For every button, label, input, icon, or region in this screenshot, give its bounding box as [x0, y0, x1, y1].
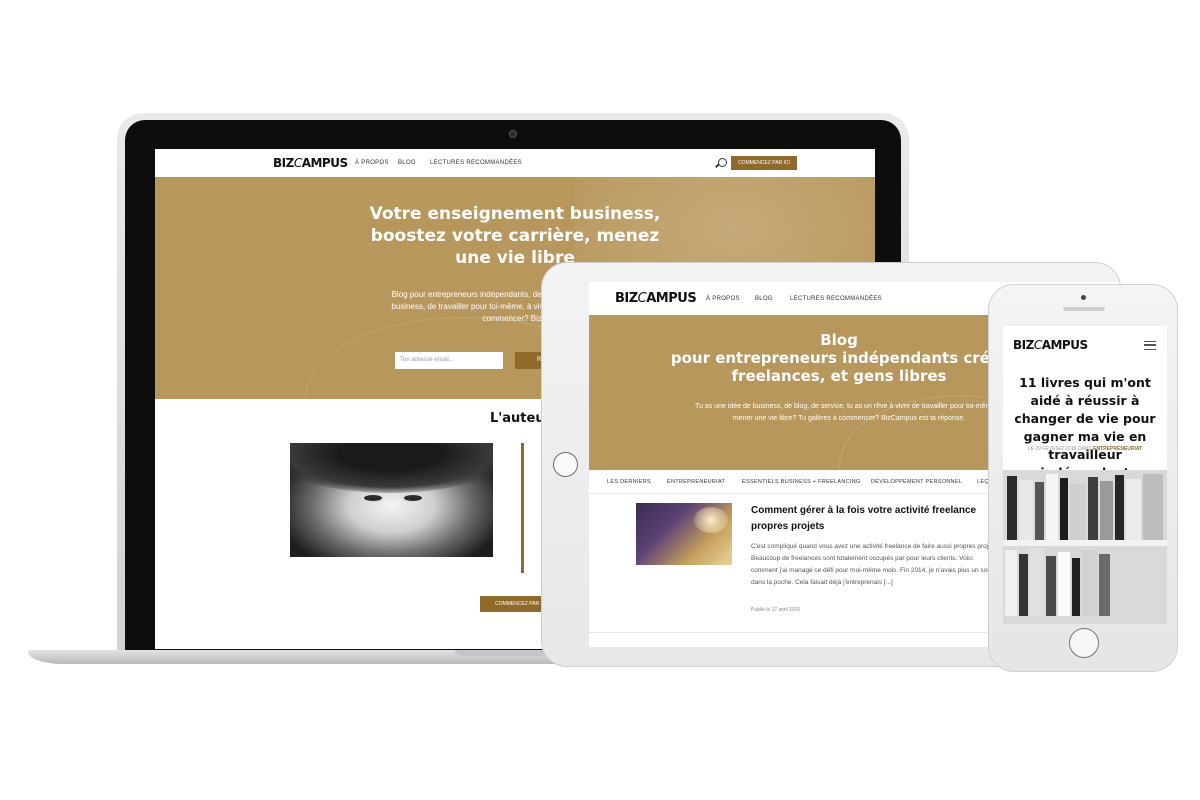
tab-developpement-personnel[interactable]: DÉVELOPPEMENT PERSONNEL	[871, 479, 962, 485]
book-spine	[1007, 476, 1017, 540]
book-spine	[1019, 480, 1033, 540]
tab-les-derniers[interactable]: LES DERNIERS	[607, 479, 651, 485]
phone-camera	[1081, 295, 1086, 300]
bookshelf-image	[1003, 470, 1167, 624]
post-date: Publié le 17 avril 2016	[751, 607, 801, 613]
book-spine	[1035, 482, 1044, 540]
book-spine	[1070, 484, 1086, 540]
book-spine	[1030, 548, 1044, 616]
hero-title: Votre enseignement business, boostez vot…	[369, 204, 661, 268]
author-photo	[290, 443, 493, 557]
laptop-navbar: BIZCAMPUS À PROPOS BLOG LECTURES RECOMMA…	[155, 149, 875, 177]
post-meta: LE 29 FÉVRIER 2016 DANS ENTREPRENEURIAT	[1003, 446, 1167, 452]
tablet-home-button	[553, 452, 578, 477]
hero-title-line: freelances, et gens libres	[731, 367, 947, 385]
book-spine	[1046, 556, 1056, 616]
hero-title-line: Blog	[820, 331, 858, 349]
phone-speaker	[1063, 307, 1105, 311]
nav-link-blog[interactable]: BLOG	[398, 160, 416, 166]
book-spine	[1099, 554, 1110, 616]
nav-link-a-propos[interactable]: À PROPOS	[355, 160, 389, 166]
bizcampus-logo[interactable]: BIZCAMPUS	[615, 291, 697, 306]
nav-link-blog[interactable]: BLOG	[755, 296, 773, 302]
author-photo-hair	[290, 443, 493, 493]
post-excerpt: C'est compliqué quand vous avez une acti…	[751, 543, 999, 586]
search-icon[interactable]	[718, 158, 727, 167]
book-spine	[1082, 550, 1097, 616]
book-spine	[1058, 552, 1070, 616]
book-spine	[1046, 474, 1058, 540]
book-spine	[1115, 475, 1124, 540]
bizcampus-logo[interactable]: BIZCAMPUS	[1013, 338, 1088, 352]
author-accent-bar	[521, 443, 524, 573]
book-spine	[1126, 479, 1141, 540]
thumbnail-light	[694, 507, 728, 533]
nav-link-a-propos[interactable]: À PROPOS	[706, 296, 740, 302]
book-spine	[1088, 477, 1098, 540]
laptop-camera	[509, 130, 517, 138]
commencez-button[interactable]: COMMENCEZ PAR ICI	[731, 156, 797, 170]
author-photo-eye	[362, 493, 384, 503]
nav-link-lectures[interactable]: LECTURES RECOMMANDÉES	[790, 296, 882, 302]
book-spine	[1060, 478, 1068, 540]
book-spine	[1019, 554, 1028, 616]
tab-entrepreneuriat[interactable]: ENTREPRENEURIAT	[667, 479, 725, 485]
hero-title-line: pour entrepreneurs indépendants créat	[670, 349, 1008, 367]
book-spine	[1143, 474, 1163, 540]
book-spine	[1005, 550, 1017, 616]
post-title[interactable]: 11 livres qui m'ont aidé à réussir à cha…	[1007, 374, 1163, 482]
post-title[interactable]: Comment gérer à la fois votre activité f…	[751, 503, 1001, 535]
post-category-link[interactable]: ENTREPRENEURIAT	[1093, 446, 1142, 452]
author-photo-eye	[402, 493, 424, 503]
hero-title: Blog pour entrepreneurs indépendants cré…	[629, 331, 1049, 385]
post-thumbnail[interactable]	[636, 503, 732, 565]
post-date: LE 29 FÉVRIER 2016 DANS	[1027, 446, 1092, 452]
phone-screen: BIZCAMPUS 11 livres qui m'ont aidé à réu…	[1003, 326, 1167, 624]
hamburger-menu-icon[interactable]	[1144, 341, 1156, 350]
email-input[interactable]: Ton adresse email...	[395, 352, 503, 369]
phone-navbar: BIZCAMPUS	[1003, 326, 1167, 362]
hero-description: Tu as une idée de business, de blog, de …	[695, 403, 1003, 422]
nav-link-lectures[interactable]: LECTURES RECOMMANDÉES	[430, 160, 522, 166]
tab-essentiels-business[interactable]: ESSENTIELS BUSINESS + FREELANCING	[742, 479, 861, 485]
book-spine	[1072, 558, 1080, 616]
phone-home-button	[1069, 628, 1099, 658]
book-spine	[1100, 481, 1113, 540]
bizcampus-logo[interactable]: BIZCAMPUS	[273, 156, 348, 170]
